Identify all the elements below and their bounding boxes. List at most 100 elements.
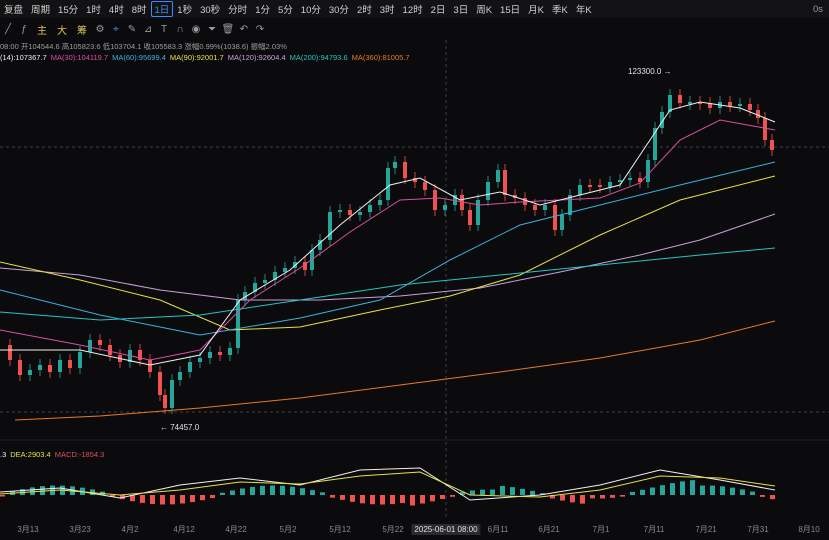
macd-bar: [670, 483, 675, 495]
macd-bar: [470, 490, 475, 495]
x-tick-9: 6月11: [487, 525, 509, 534]
candle-body: [208, 352, 212, 358]
candle-body: [763, 118, 767, 140]
x-tick-12: 7月11: [643, 525, 665, 534]
ma-legend-item-1: MA(30):104119.7: [50, 53, 109, 62]
macd-bar: [260, 485, 265, 495]
candle-body: [646, 160, 650, 182]
macd-bar: [230, 490, 235, 495]
macd-bar: [600, 495, 605, 499]
candle-body: [533, 205, 537, 210]
candle-body: [198, 358, 202, 362]
candle-body: [738, 104, 742, 106]
candle-body: [486, 182, 490, 200]
macd-bar: [740, 489, 745, 495]
macd-bar: [760, 495, 765, 497]
macd-bar: [200, 495, 205, 501]
macd-bar: [240, 488, 245, 495]
macd-bar: [420, 495, 425, 504]
candle-body: [608, 182, 612, 187]
candle-body: [403, 162, 407, 178]
candle-body: [770, 140, 774, 150]
macd-bar: [300, 488, 305, 495]
candle-body: [178, 372, 182, 380]
macd-bar: [720, 486, 725, 495]
x-tick-11: 7月1: [592, 525, 610, 534]
candle-body: [158, 372, 162, 395]
ohlc-readout: 08:00 开104544.6 高105823.6 低103704.1 收105…: [0, 42, 287, 51]
candle-body: [496, 170, 500, 182]
macd-bar: [510, 487, 515, 495]
candle-body: [188, 362, 192, 372]
candle-body: [393, 162, 397, 168]
candle-body: [58, 360, 62, 372]
macd-bar: [180, 495, 185, 504]
macd-legend-item-2: MACD:-1854.3: [54, 450, 105, 459]
candle-body: [283, 268, 287, 272]
candle-body: [728, 102, 732, 106]
candle-body: [98, 340, 102, 345]
macd-legend-item-0: .3: [0, 450, 7, 459]
macd-bar: [610, 495, 615, 498]
macd-bar: [390, 495, 395, 505]
candle-body: [348, 210, 352, 215]
candlestick-chart[interactable]: [0, 0, 829, 540]
macd-bar: [0, 495, 5, 497]
x-tick-7: 5月22: [382, 525, 404, 534]
candle-body: [386, 168, 390, 200]
macd-bar: [500, 486, 505, 495]
macd-bar: [450, 495, 455, 497]
macd-legend-item-1: DEA:2903.4: [10, 450, 51, 459]
x-tick-3: 4月12: [173, 525, 195, 534]
macd-bar: [530, 490, 535, 495]
macd-bar: [710, 485, 715, 495]
candle-body: [433, 190, 437, 210]
macd-bar: [690, 480, 695, 495]
candle-body: [553, 205, 557, 230]
candle-body: [218, 352, 222, 355]
ma-legend-item-4: MA(120):92604.4: [227, 53, 286, 62]
macd-legend: .3 DEA:2903.4 MACD:-1854.3: [0, 450, 108, 459]
macd-bar: [140, 495, 145, 503]
macd-bar: [160, 495, 165, 505]
macd-bar: [290, 486, 295, 495]
macd-bar: [750, 491, 755, 495]
time-axis: 3月13 3月23 4月2 4月12 4月22 5月2 5月12 5月22 2025-06-01…: [0, 520, 829, 540]
candle-body: [148, 360, 152, 372]
x-tick-14: 7月31: [747, 525, 769, 534]
candle-body: [358, 212, 362, 215]
candle-body: [748, 104, 752, 110]
macd-bar: [220, 492, 225, 495]
macd-bar: [490, 489, 495, 495]
ma-legend-item-2: MA(60):95699.4: [112, 53, 166, 62]
macd-bar: [440, 495, 445, 499]
candle-body: [578, 185, 582, 195]
candle-body: [8, 345, 12, 360]
candle-body: [618, 180, 622, 182]
macd-bar: [680, 481, 685, 495]
macd-bar: [770, 495, 775, 500]
x-tick-10: 6月21: [538, 525, 560, 534]
ma-legend: (14):107367.7 MA(30):104119.7 MA(60):95699…: [0, 53, 414, 62]
candle-body: [688, 102, 692, 104]
candle-body: [48, 365, 52, 372]
candle-body: [170, 380, 174, 408]
macd-bar: [340, 495, 345, 500]
candle-body: [228, 348, 232, 355]
candle-body: [88, 340, 92, 352]
candle-body: [628, 178, 632, 180]
candle-body: [68, 360, 72, 368]
candle-body: [38, 365, 42, 370]
macd-bar: [590, 495, 595, 499]
macd-bar: [410, 495, 415, 506]
macd-bar: [250, 486, 255, 495]
ma-legend-item-5: MA(200):94793.6: [289, 53, 348, 62]
macd-bar: [270, 485, 275, 495]
x-tick-15: 8月10: [798, 525, 820, 534]
macd-bar: [190, 495, 195, 503]
x-tick-4: 4月22: [225, 525, 247, 534]
candle-body: [163, 395, 167, 408]
dea-line: [0, 471, 776, 498]
macd-bar: [730, 487, 735, 495]
candle-body: [598, 185, 602, 187]
